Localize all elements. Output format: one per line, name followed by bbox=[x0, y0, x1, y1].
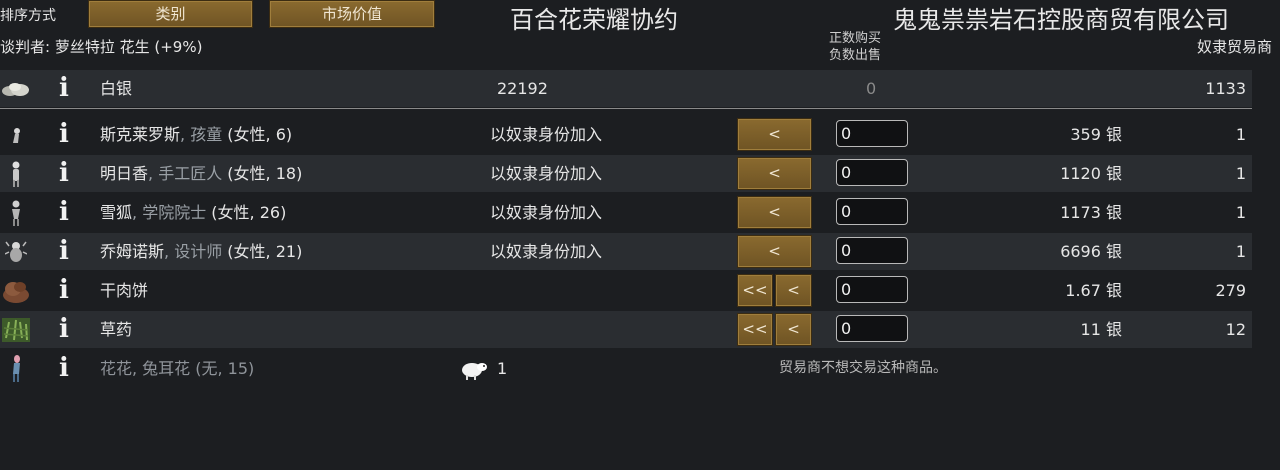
item-name: 斯克莱罗斯, 孩童 (女性, 6) bbox=[100, 116, 292, 153]
quantity-input[interactable]: 0 bbox=[836, 120, 908, 147]
trade-row: i 乔姆诺斯, 设计师 (女性, 21) 以奴隶身份加入 < 0 6696 银 … bbox=[0, 233, 1252, 270]
item-name: 干肉饼 bbox=[100, 281, 149, 300]
item-price: 11 银 bbox=[1080, 320, 1122, 339]
sort-by-market-value-button[interactable]: 市场价值 bbox=[269, 0, 435, 28]
trader-stock: 1 bbox=[1235, 242, 1246, 261]
item-price: 1120 银 bbox=[1060, 164, 1122, 183]
negotiator-label: 谈判者: 萝丝特拉 花生 (+9%) bbox=[0, 38, 203, 56]
pawn-details: (女性, 18) bbox=[222, 164, 303, 183]
silver-icon bbox=[0, 70, 32, 107]
trader-silver-count: 1133 bbox=[1205, 79, 1246, 98]
pawn-details: (女性, 26) bbox=[206, 203, 287, 222]
buy-one-button[interactable]: < bbox=[737, 118, 812, 151]
trader-stock: 1 bbox=[1235, 203, 1246, 222]
item-name: 白银 bbox=[100, 79, 133, 98]
quantity-input[interactable]: 0 bbox=[836, 237, 908, 264]
pawn-name: 乔姆诺斯 bbox=[100, 242, 165, 261]
trader-stock: 12 bbox=[1225, 320, 1246, 339]
trader-stock: 1 bbox=[1235, 164, 1246, 183]
pawn-name: 雪狐 bbox=[100, 203, 133, 222]
child-pawn-icon bbox=[0, 116, 32, 153]
buy-one-button[interactable]: < bbox=[737, 157, 812, 190]
info-icon[interactable]: i bbox=[52, 233, 76, 270]
trader-stock: 1 bbox=[1235, 125, 1246, 144]
info-icon[interactable]: i bbox=[52, 155, 76, 192]
quantity-input[interactable]: 0 bbox=[836, 276, 908, 303]
buy-all-button[interactable]: << bbox=[737, 274, 773, 307]
item-price: 1173 银 bbox=[1060, 203, 1122, 222]
sort-by-category-button[interactable]: 类别 bbox=[88, 0, 253, 28]
pawn-role: , 设计师 bbox=[164, 242, 223, 261]
pawn-details: (女性, 6) bbox=[222, 125, 293, 144]
quantity-input[interactable]: 0 bbox=[836, 315, 908, 342]
animal-icon bbox=[0, 350, 32, 387]
item-name: 明日香, 手工匠人 (女性, 18) bbox=[100, 155, 302, 192]
quantity-hint-sell: 负数出售 bbox=[828, 48, 881, 63]
pawn-role: , 手工匠人 bbox=[148, 164, 223, 183]
sheep-icon bbox=[460, 350, 490, 387]
join-as-slave-label: 以奴隶身份加入 bbox=[490, 242, 603, 261]
quantity-input[interactable]: 0 bbox=[836, 198, 908, 225]
item-name: 草药 bbox=[100, 320, 133, 339]
pawn-role: , 学院院士 bbox=[132, 203, 207, 222]
quantity-input[interactable]: 0 bbox=[836, 159, 908, 186]
colony-animal-count: 1 bbox=[497, 359, 508, 378]
buy-one-button[interactable]: < bbox=[775, 274, 812, 307]
item-price: 359 银 bbox=[1070, 125, 1122, 144]
pawn-name: 明日香 bbox=[100, 164, 149, 183]
item-name: 雪狐, 学院院士 (女性, 26) bbox=[100, 194, 286, 231]
trader-title: 鬼鬼祟祟岩石控股商贸有限公司 bbox=[893, 6, 1229, 34]
not-tradeable-notice: 贸易商不想交易这种商品。 bbox=[779, 360, 947, 376]
item-price: 6696 银 bbox=[1060, 242, 1122, 261]
pawn-role: , 孩童 bbox=[180, 125, 223, 144]
info-icon[interactable]: i bbox=[52, 272, 76, 309]
trader-type: 奴隶贸易商 bbox=[1196, 38, 1272, 56]
item-price: 1.67 银 bbox=[1065, 281, 1122, 300]
item-name: 花花, 兔耳花 (无, 15) bbox=[100, 359, 255, 378]
info-icon[interactable]: i bbox=[52, 116, 76, 153]
pawn-icon bbox=[0, 155, 32, 192]
join-as-slave-label: 以奴隶身份加入 bbox=[490, 203, 603, 222]
pawn-icon bbox=[0, 233, 32, 270]
colony-title: 百合花荣耀协约 bbox=[510, 6, 678, 34]
info-icon[interactable]: i bbox=[52, 311, 76, 348]
herbal-medicine-icon bbox=[0, 311, 32, 348]
quantity-hint: 正数购买 负数出售 bbox=[822, 30, 888, 64]
silver-row: i 白银 22192 0 1133 bbox=[0, 70, 1252, 107]
quantity-hint-buy: 正数购买 bbox=[828, 31, 881, 46]
trade-row: i 明日香, 手工匠人 (女性, 18) 以奴隶身份加入 < 0 1120 银 … bbox=[0, 155, 1252, 192]
pawn-details: (女性, 21) bbox=[222, 242, 303, 261]
item-name: 乔姆诺斯, 设计师 (女性, 21) bbox=[100, 233, 302, 270]
untradeable-row: i 花花, 兔耳花 (无, 15) 1 贸易商不想交易这种商品。 bbox=[0, 350, 1252, 387]
buy-all-button[interactable]: << bbox=[737, 313, 773, 346]
silver-trade-quantity: 0 bbox=[866, 79, 877, 98]
buy-one-button[interactable]: < bbox=[775, 313, 812, 346]
buy-one-button[interactable]: < bbox=[737, 235, 812, 268]
join-as-slave-label: 以奴隶身份加入 bbox=[490, 164, 603, 183]
sort-label: 排序方式 bbox=[0, 8, 56, 24]
pawn-name: 斯克莱罗斯 bbox=[100, 125, 181, 144]
trade-row: i 雪狐, 学院院士 (女性, 26) 以奴隶身份加入 < 0 1173 银 1 bbox=[0, 194, 1252, 231]
info-icon[interactable]: i bbox=[52, 194, 76, 231]
info-icon[interactable]: i bbox=[52, 70, 76, 107]
buy-one-button[interactable]: < bbox=[737, 196, 812, 229]
trade-row: i 草药 << < 0 11 银 12 bbox=[0, 311, 1252, 348]
pemmican-icon bbox=[0, 272, 32, 309]
join-as-slave-label: 以奴隶身份加入 bbox=[490, 125, 603, 144]
trade-row: i 斯克莱罗斯, 孩童 (女性, 6) 以奴隶身份加入 < 0 359 银 1 bbox=[0, 116, 1252, 153]
divider bbox=[0, 108, 1252, 109]
colony-silver-count: 22192 bbox=[497, 79, 548, 98]
pawn-icon bbox=[0, 194, 32, 231]
info-icon[interactable]: i bbox=[52, 350, 76, 387]
trade-row: i 干肉饼 << < 0 1.67 银 279 bbox=[0, 272, 1252, 309]
trader-stock: 279 bbox=[1215, 281, 1246, 300]
